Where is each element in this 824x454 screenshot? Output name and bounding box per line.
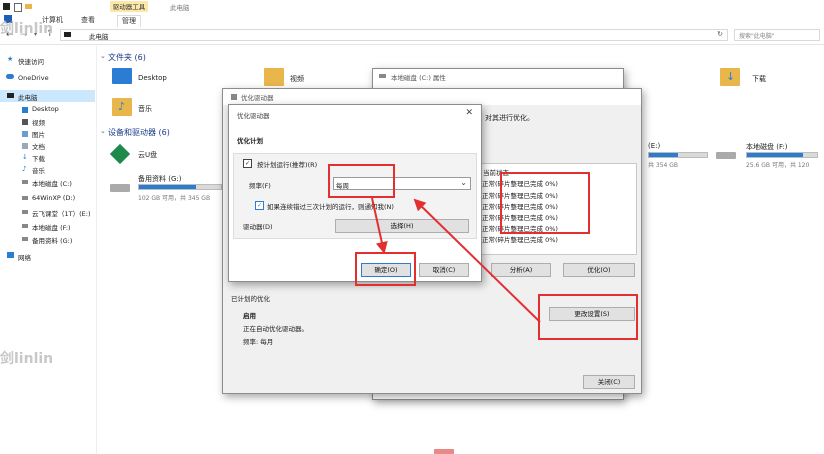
bottom-mark	[434, 449, 454, 454]
annotation-arrows	[371, 197, 541, 323]
arrow-to-ok	[371, 197, 388, 254]
arrow-to-frequency	[413, 198, 541, 323]
